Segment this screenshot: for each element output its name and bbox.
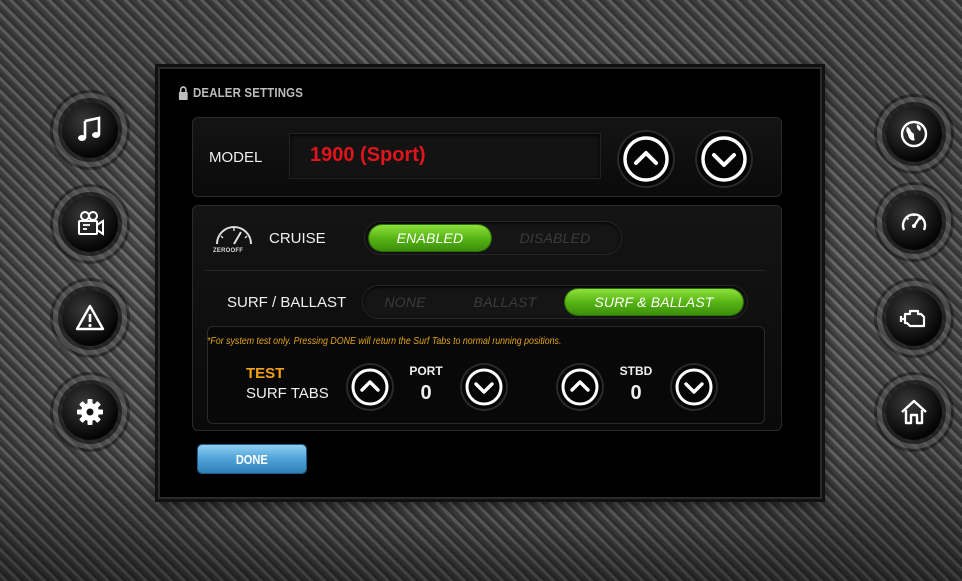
dealer-settings-screen: DEALER SETTINGS MODEL 1900 (Sport) ZEROO… xyxy=(158,67,822,499)
stbd-value: 0 xyxy=(630,382,642,404)
model-value: 1900 (Sport) xyxy=(310,144,426,166)
surf-ballast-label: SURF / BALLAST xyxy=(227,294,347,311)
model-up-button[interactable] xyxy=(619,132,673,186)
surf-ballast-toggle: NONE BALLAST SURF & BALLAST xyxy=(363,286,747,318)
gauges-button[interactable] xyxy=(886,194,942,250)
video-button[interactable] xyxy=(62,196,118,252)
stbd-up-button[interactable] xyxy=(558,365,602,409)
chevron-up-circle-icon xyxy=(623,136,669,182)
engine-button[interactable] xyxy=(886,290,942,346)
stbd-down-button[interactable] xyxy=(672,365,716,409)
stbd-label: STBD xyxy=(619,364,653,378)
chevron-up-circle-icon xyxy=(561,368,599,406)
test-subtitle: SURF TABS xyxy=(246,385,329,402)
cruise-label: CRUISE xyxy=(269,230,326,247)
cruise-enabled-option[interactable]: ENABLED xyxy=(369,225,491,251)
model-down-button[interactable] xyxy=(697,132,751,186)
panel-title: DEALER SETTINGS xyxy=(178,85,303,100)
home-icon xyxy=(901,399,927,425)
home-button[interactable] xyxy=(886,384,942,440)
done-button[interactable]: DONE xyxy=(198,445,306,473)
port-up-button[interactable] xyxy=(348,365,392,409)
model-display: 1900 (Sport) xyxy=(289,133,601,179)
port-label: PORT xyxy=(409,364,443,378)
surf-ballast-none-option[interactable]: NONE xyxy=(367,289,443,315)
model-label: MODEL xyxy=(209,149,263,166)
chevron-down-circle-icon xyxy=(701,136,747,182)
settings-section: ZEROOFF CRUISE ENABLED DISABLED SURF / B… xyxy=(192,205,782,431)
music-note-icon xyxy=(78,116,101,141)
gear-icon xyxy=(77,399,103,425)
video-camera-icon xyxy=(78,211,104,236)
test-note: *For system test only. Pressing DONE wil… xyxy=(207,335,562,347)
test-title: TEST xyxy=(246,365,285,382)
warning-triangle-icon xyxy=(75,304,105,331)
cruise-disabled-option[interactable]: DISABLED xyxy=(493,225,617,251)
music-button[interactable] xyxy=(62,102,118,158)
surf-ballast-surf-ballast-option[interactable]: SURF & BALLAST xyxy=(565,289,743,315)
chevron-up-circle-icon xyxy=(351,368,389,406)
port-down-button[interactable] xyxy=(462,365,506,409)
panel-title-text: DEALER SETTINGS xyxy=(192,85,304,100)
chevron-down-circle-icon xyxy=(465,368,503,406)
done-button-label: DONE xyxy=(236,451,268,467)
section-divider xyxy=(205,270,765,271)
engine-icon xyxy=(899,309,926,328)
globe-icon xyxy=(900,120,928,148)
port-value: 0 xyxy=(420,382,432,404)
model-section: MODEL 1900 (Sport) xyxy=(192,117,782,197)
surf-ballast-ballast-option[interactable]: BALLAST xyxy=(447,289,563,315)
zero-off-caption: ZEROOFF xyxy=(213,248,244,254)
globe-button[interactable] xyxy=(886,106,942,162)
lock-icon xyxy=(178,85,188,100)
settings-button[interactable] xyxy=(62,384,118,440)
chevron-down-circle-icon xyxy=(675,368,713,406)
zero-off-logo: ZEROOFF xyxy=(211,222,257,256)
cruise-toggle: ENABLED DISABLED xyxy=(365,222,621,254)
warnings-button[interactable] xyxy=(62,290,118,346)
speedometer-icon xyxy=(901,213,927,231)
